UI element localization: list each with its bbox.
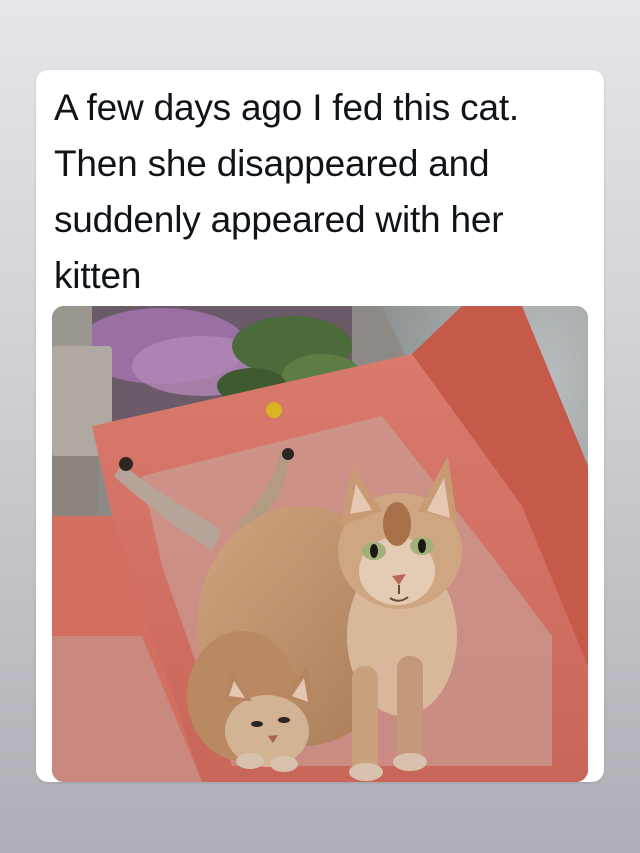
flower <box>266 402 282 418</box>
post-photo[interactable] <box>52 306 588 782</box>
cat-and-kitten-image <box>52 306 588 782</box>
post-text: A few days ago I fed this cat. Then she … <box>54 87 519 296</box>
post-card: A few days ago I fed this cat. Then she … <box>36 70 604 782</box>
